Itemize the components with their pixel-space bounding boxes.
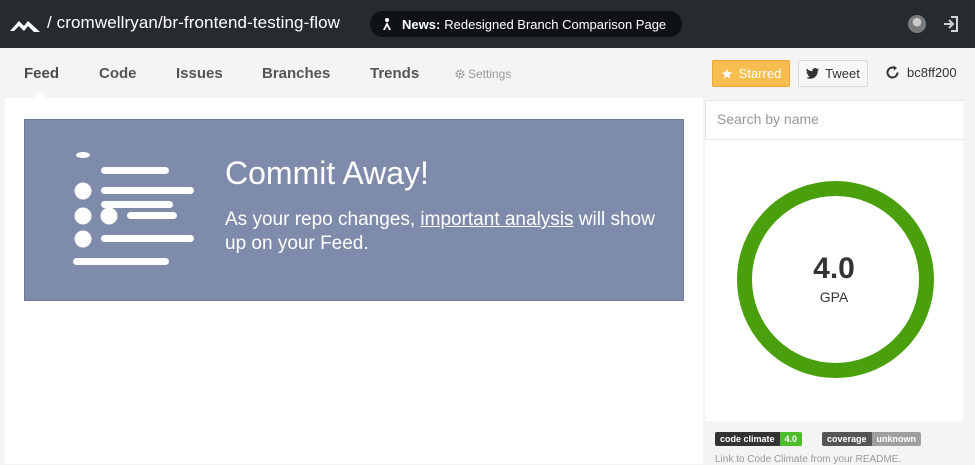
sign-in-icon[interactable] <box>942 15 960 33</box>
search-input[interactable]: Search by name <box>705 100 963 140</box>
news-text: Redesigned Branch Comparison Page <box>444 16 667 32</box>
tab-trends[interactable]: Trends <box>370 65 419 82</box>
important-analysis-link[interactable]: important analysis <box>420 209 573 230</box>
star-icon <box>721 68 732 79</box>
coverage-badge-right: unknown <box>871 432 922 446</box>
code-climate-badge[interactable]: code climate 4.0 <box>715 432 803 446</box>
starred-label: Starred <box>738 66 782 81</box>
empty-feed-card: Commit Away! As your repo changes, impor… <box>24 119 684 301</box>
user-avatar[interactable] <box>908 15 926 33</box>
tweet-button[interactable]: Tweet <box>798 60 868 87</box>
empty-feed-text: As your repo changes, important analysis… <box>225 208 655 256</box>
astronaut-icon <box>383 18 391 30</box>
commit-selector[interactable]: bc8ff200 <box>885 65 957 80</box>
settings-label: Settings <box>468 67 512 81</box>
tab-settings[interactable]: Settings <box>455 67 511 81</box>
tab-code[interactable]: Code <box>99 65 137 82</box>
empty-feed-title: Commit Away! <box>225 155 429 191</box>
tab-issues[interactable]: Issues <box>176 65 223 82</box>
gpa-label: GPA <box>819 289 849 305</box>
list-illustration-icon <box>73 152 194 265</box>
news-banner[interactable]: News: Redesigned Branch Comparison Page <box>370 11 682 37</box>
gpa-value: 4.0 <box>813 252 855 285</box>
coverage-badge-left: coverage <box>822 432 872 446</box>
tweet-label: Tweet <box>825 66 860 81</box>
repo-path[interactable]: / cromwellryan/br-frontend-testing-flow <box>47 13 340 33</box>
gear-icon <box>455 69 465 79</box>
active-tab-caret <box>33 91 47 98</box>
tab-feed[interactable]: Feed <box>24 65 59 82</box>
cc-badge-right: 4.0 <box>779 432 803 446</box>
empty-feed-text-before: As your repo changes, <box>225 209 421 230</box>
tab-branches[interactable]: Branches <box>262 65 330 82</box>
refresh-icon <box>886 65 899 79</box>
commit-sha: bc8ff200 <box>907 65 957 80</box>
coverage-badge[interactable]: coverage unknown <box>822 432 922 446</box>
news-label: News: <box>402 16 441 32</box>
readme-note: Link to Code Climate from your README. <box>715 454 902 465</box>
twitter-icon <box>806 68 820 79</box>
cc-badge-left: code climate <box>715 432 780 446</box>
starred-button[interactable]: Starred <box>712 60 790 87</box>
top-bar: / cromwellryan/br-frontend-testing-flow … <box>0 0 975 48</box>
gpa-panel: 4.0 GPA <box>705 140 963 421</box>
code-climate-logo-icon[interactable] <box>10 15 40 33</box>
